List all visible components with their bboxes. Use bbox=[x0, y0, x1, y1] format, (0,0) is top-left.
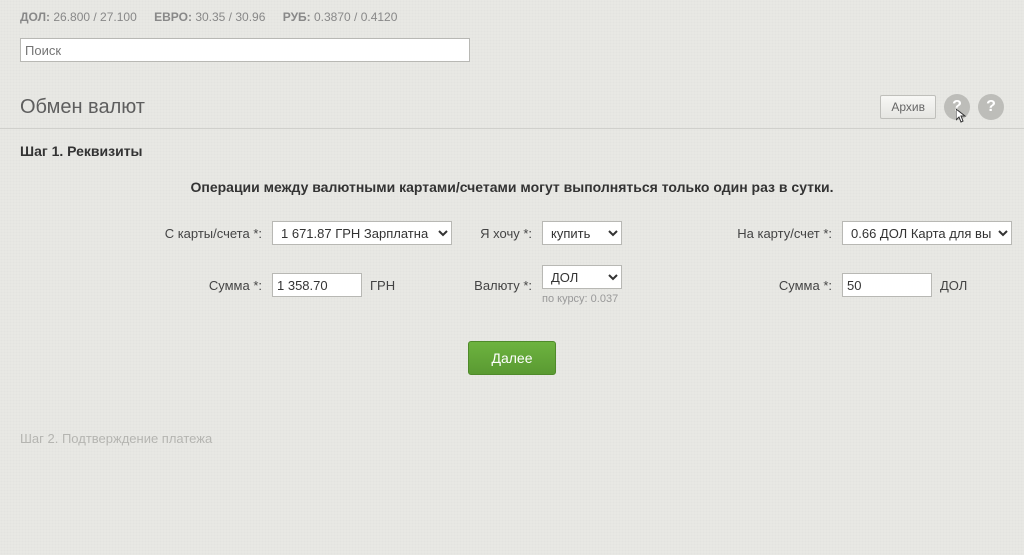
amount-to-input[interactable] bbox=[842, 273, 932, 297]
currency-select[interactable]: ДОЛ bbox=[542, 265, 622, 289]
currency-rates-bar: ДОЛ: 26.800 / 27.100 ЕВРО: 30.35 / 30.96… bbox=[0, 0, 1024, 38]
rate-hint: по курсу: 0.037 bbox=[542, 293, 712, 305]
usd-rate-label: ДОЛ: bbox=[20, 10, 50, 24]
rub-rate-label: РУБ: bbox=[283, 10, 311, 24]
i-want-select[interactable]: купить bbox=[542, 221, 622, 245]
to-account-label: На карту/счет *: bbox=[722, 226, 832, 241]
step1-title: Шаг 1. Реквизиты bbox=[20, 143, 1004, 159]
page-title: Обмен валют bbox=[20, 96, 145, 119]
amount-to-unit: ДОЛ bbox=[940, 278, 967, 293]
archive-button[interactable]: Архив bbox=[880, 95, 936, 119]
eur-rate-label: ЕВРО: bbox=[154, 10, 192, 24]
cursor-icon bbox=[956, 109, 968, 126]
amount-from-label: Сумма *: bbox=[72, 278, 262, 293]
i-want-label: Я хочу *: bbox=[462, 226, 532, 241]
next-button[interactable]: Далее bbox=[468, 341, 555, 375]
search-input[interactable] bbox=[20, 38, 470, 62]
eur-rate-value: 30.35 / 30.96 bbox=[195, 10, 265, 24]
currency-label: Валюту *: bbox=[462, 278, 532, 293]
amount-from-unit: ГРН bbox=[370, 278, 395, 293]
help-icon[interactable]: ? bbox=[944, 94, 970, 120]
from-account-select[interactable]: 1 671.87 ГРН Зарплатна bbox=[272, 221, 452, 245]
step2-title: Шаг 2. Подтверждение платежа bbox=[0, 385, 1024, 446]
rub-rate-value: 0.3870 / 0.4120 bbox=[314, 10, 397, 24]
operation-notice: Операции между валютными картами/счетами… bbox=[20, 179, 1004, 195]
to-account-select[interactable]: 0.66 ДОЛ Карта для выг bbox=[842, 221, 1012, 245]
usd-rate-value: 26.800 / 27.100 bbox=[53, 10, 136, 24]
help-icon-secondary[interactable]: ? bbox=[978, 94, 1004, 120]
from-account-label: С карты/счета *: bbox=[72, 226, 262, 241]
amount-to-label: Сумма *: bbox=[722, 278, 832, 293]
amount-from-input[interactable] bbox=[272, 273, 362, 297]
